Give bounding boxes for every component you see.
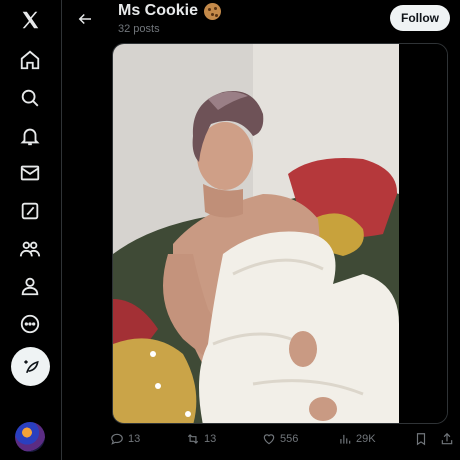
sidebar <box>0 0 62 460</box>
main-column: Ms Cookie 32 posts Follow 13 13 556 29K <box>62 0 460 460</box>
profile-icon[interactable] <box>16 272 44 300</box>
post-photo[interactable] <box>113 44 399 423</box>
back-button[interactable] <box>72 6 98 32</box>
reply-count: 13 <box>128 433 141 445</box>
media-container <box>112 43 448 424</box>
page-title: Ms Cookie <box>118 2 222 20</box>
bookmark-icon <box>416 433 426 446</box>
repost-count: 13 <box>204 433 217 445</box>
cookie-icon <box>204 2 222 20</box>
follow-button[interactable]: Follow <box>390 5 450 31</box>
share-button[interactable] <box>440 432 454 446</box>
x-logo-icon[interactable] <box>16 6 44 34</box>
repost-icon <box>187 434 199 444</box>
profile-name: Ms Cookie <box>118 2 199 19</box>
like-button[interactable]: 556 <box>262 432 298 446</box>
repost-button[interactable]: 13 <box>186 432 216 446</box>
media-side-panel <box>399 44 447 423</box>
posts-count: 32 posts <box>118 23 160 35</box>
grok-icon[interactable] <box>16 197 44 225</box>
heart-icon <box>263 434 275 445</box>
search-icon[interactable] <box>16 84 44 112</box>
compose-icon <box>23 359 39 373</box>
account-avatar[interactable] <box>15 422 45 452</box>
compose-button[interactable] <box>11 347 50 386</box>
home-icon[interactable] <box>16 46 44 74</box>
bell-icon[interactable] <box>16 122 44 150</box>
mail-icon[interactable] <box>16 159 44 187</box>
view-count: 29K <box>356 433 376 445</box>
reply-button[interactable]: 13 <box>110 432 140 446</box>
photo-illustration <box>113 44 399 423</box>
post-actions: 13 13 556 29K <box>110 432 456 452</box>
analytics-icon <box>340 434 351 444</box>
bookmark-button[interactable] <box>414 432 428 446</box>
like-count: 556 <box>280 433 299 445</box>
more-icon[interactable] <box>16 310 44 338</box>
reply-icon <box>111 433 123 445</box>
share-icon <box>441 432 453 445</box>
views-button[interactable]: 29K <box>338 432 376 446</box>
arrow-left-icon <box>78 13 91 25</box>
communities-icon[interactable] <box>16 235 44 263</box>
